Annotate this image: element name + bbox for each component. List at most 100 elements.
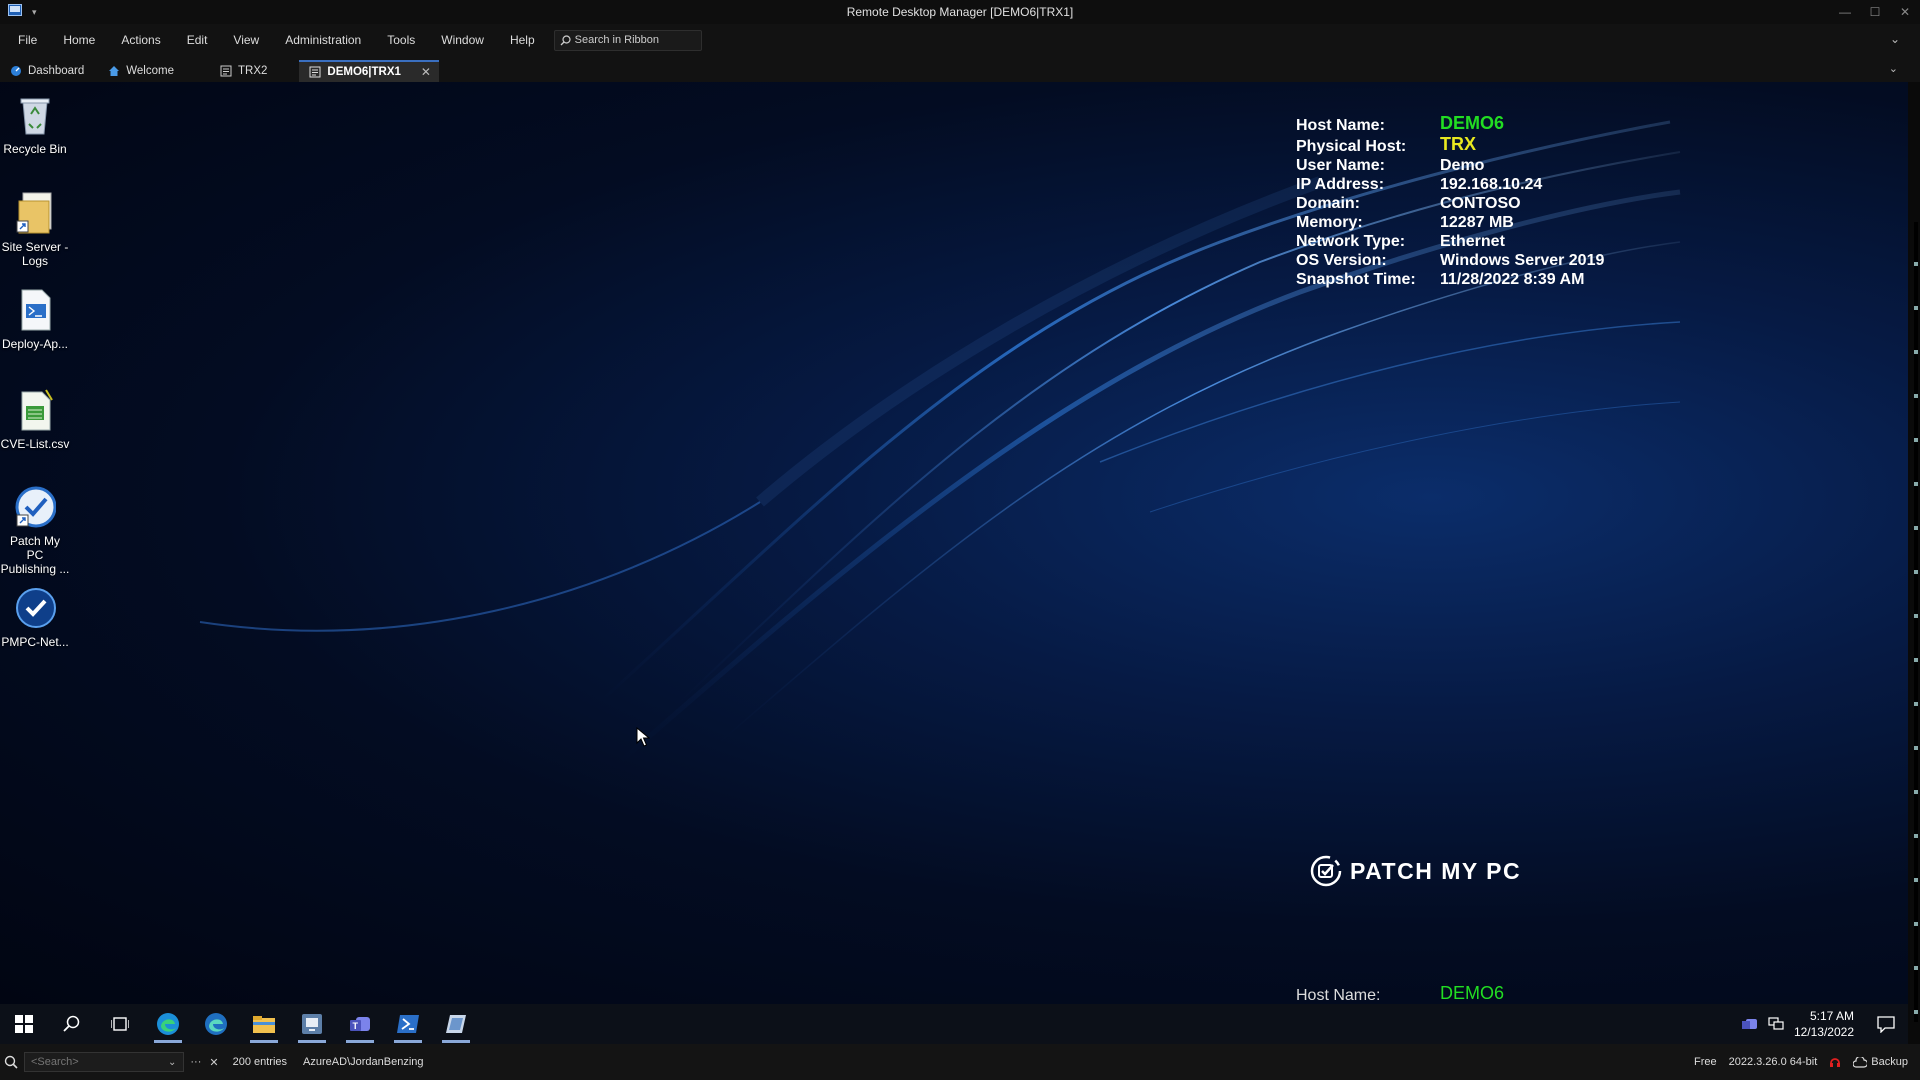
- bginfo-panel-duplicate: Host Name: DEMO6: [1296, 984, 1504, 1005]
- clear-search-icon[interactable]: ✕: [209, 1056, 218, 1069]
- patch-my-pc-wallpaper-logo: PATCH MY PC: [1310, 855, 1521, 887]
- session-side-strip: [1908, 82, 1920, 1054]
- taskbar-file-explorer[interactable]: [240, 1004, 288, 1044]
- bginfo-label-snapshot: Snapshot Time:: [1296, 271, 1416, 288]
- desktop-icon-cve-list[interactable]: CVE-List.csv: [0, 387, 70, 451]
- bginfo-label-host: Host Name:: [1296, 117, 1385, 134]
- backup-button[interactable]: Backup: [1853, 1056, 1908, 1068]
- tab-dashboard[interactable]: Dashboard: [0, 60, 98, 82]
- taskbar-edge[interactable]: [144, 1004, 192, 1044]
- menu-view[interactable]: View: [220, 33, 272, 47]
- bginfo-label-user: User Name:: [1296, 157, 1385, 174]
- search-icon[interactable]: [4, 1055, 18, 1069]
- ribbon-search-label: Search in Ribbon: [574, 34, 660, 46]
- tab-label: TRX2: [237, 65, 268, 77]
- wallpaper-logo-text: PATCH MY PC: [1350, 857, 1522, 884]
- menu-actions[interactable]: Actions: [108, 33, 173, 47]
- menu-bar: File Home Actions Edit View Administrati…: [0, 24, 1920, 56]
- teams-tray-icon[interactable]: [1741, 1017, 1758, 1031]
- system-tray: 5:17 AM 12/13/2022: [1741, 1004, 1908, 1044]
- ribbon-search-box[interactable]: Search in Ribbon: [553, 29, 702, 51]
- bginfo-value-os: Windows Server 2019: [1440, 252, 1605, 269]
- rdm-icon: [446, 1015, 466, 1033]
- task-view-icon: [111, 1017, 129, 1031]
- desktop-icon-patch-my-pc-publishing[interactable]: Patch My PC Publishing ...: [0, 484, 70, 576]
- menu-file[interactable]: File: [0, 33, 50, 47]
- session-icon: [309, 66, 321, 78]
- maximize-icon[interactable]: ☐: [1860, 0, 1890, 24]
- pmpc-shield-icon: [14, 585, 56, 631]
- patch-my-pc-publisher-icon: [14, 484, 56, 530]
- taskbar-powershell[interactable]: [384, 1004, 432, 1044]
- cloud-backup-icon: [1853, 1056, 1868, 1068]
- desktop-icon-recycle-bin[interactable]: Recycle Bin: [0, 92, 70, 156]
- bginfo-value-network: Ethernet: [1440, 233, 1505, 250]
- desktop-icon-label: PMPC-Net...: [1, 635, 69, 649]
- taskbar-task-view[interactable]: [96, 1004, 144, 1044]
- menu-help[interactable]: Help: [497, 33, 548, 47]
- bginfo-label-network: Network Type:: [1296, 233, 1406, 250]
- current-user: AzureAD\JordanBenzing: [303, 1056, 424, 1068]
- navigation-search: ⌄ ··· ✕: [4, 1052, 219, 1072]
- close-icon[interactable]: ✕: [1890, 0, 1920, 24]
- menu-window[interactable]: Window: [428, 33, 497, 47]
- start-icon: [15, 1015, 33, 1033]
- recycle-bin-icon: [14, 92, 56, 138]
- tab-demo6-trx1[interactable]: DEMO6|TRX1 ✕: [299, 60, 439, 82]
- tab-label: Dashboard: [28, 65, 85, 77]
- chevron-down-icon[interactable]: ⌄: [1890, 32, 1900, 46]
- tab-welcome[interactable]: Welcome: [98, 60, 188, 82]
- taskbar-configmgr-console[interactable]: [288, 1004, 336, 1044]
- status-bar: ⌄ ··· ✕ 200 entries AzureAD\JordanBenzin…: [0, 1044, 1920, 1080]
- bginfo-value-snapshot: 11/28/2022 8:39 AM: [1440, 271, 1585, 288]
- search-options-icon[interactable]: ···: [190, 1056, 201, 1068]
- document-tab-bar: Dashboard Welcome TRX2 DEMO6|TRX1 ✕ ⌄: [0, 56, 1920, 82]
- menu-edit[interactable]: Edit: [174, 33, 221, 47]
- tab-label: DEMO6|TRX1: [327, 66, 401, 78]
- network-icon[interactable]: [1768, 1017, 1784, 1031]
- taskbar-teams[interactable]: T: [336, 1004, 384, 1044]
- bginfo-value-ip: 192.168.10.24: [1440, 176, 1543, 193]
- taskbar-clock[interactable]: 5:17 AM 12/13/2022: [1794, 1008, 1854, 1040]
- mouse-cursor-icon: [636, 727, 650, 747]
- bginfo-label-memory: Memory:: [1296, 214, 1363, 231]
- clock-time: 5:17 AM: [1809, 1009, 1854, 1023]
- bginfo-panel: Host Name: DEMO6 Physical Host: TRX User N…: [1296, 112, 1604, 289]
- taskbar-edge-beta[interactable]: [192, 1004, 240, 1044]
- navigation-search-input[interactable]: [24, 1052, 184, 1072]
- configmgr-console-icon: [302, 1014, 322, 1034]
- menu-tools[interactable]: Tools: [374, 33, 428, 47]
- remote-desktop-view[interactable]: Recycle Bin Site Server - Logs Deploy-Ap…: [0, 82, 1908, 1004]
- desktop-icon-site-server-logs[interactable]: Site Server - Logs: [0, 190, 70, 268]
- menu-administration[interactable]: Administration: [272, 33, 374, 47]
- support-headset-icon[interactable]: [1829, 1056, 1841, 1068]
- version-label: 2022.3.26.0 64-bit: [1728, 1056, 1818, 1068]
- bginfo-value-host: DEMO6: [1440, 113, 1505, 133]
- desktop-icon-deploy-app[interactable]: Deploy-Ap...: [0, 287, 70, 351]
- tab-list-chevron-icon[interactable]: ⌄: [1889, 62, 1898, 75]
- taskbar-start[interactable]: [0, 1004, 48, 1044]
- tab-close-icon[interactable]: ✕: [421, 65, 431, 79]
- app-icon[interactable]: [8, 3, 22, 21]
- powershell-script-icon: [14, 287, 56, 333]
- menu-home[interactable]: Home: [50, 33, 108, 47]
- search-icon: [560, 34, 571, 45]
- minimize-icon[interactable]: —: [1830, 0, 1860, 24]
- wallpaper-swoosh: [199, 120, 1681, 764]
- search-dropdown-chevron-icon[interactable]: ⌄: [168, 1057, 176, 1068]
- dashboard-icon: [11, 66, 21, 76]
- taskbar-rdm[interactable]: [432, 1004, 480, 1044]
- bginfo-value-domain: CONTOSO: [1440, 195, 1521, 212]
- powershell-icon: [397, 1015, 419, 1033]
- patch-my-pc-logo-icon: [1310, 855, 1342, 887]
- tab-trx2[interactable]: TRX2: [188, 60, 281, 82]
- bginfo-value-memory: 12287 MB: [1440, 214, 1514, 231]
- search-icon: [63, 1015, 80, 1032]
- taskbar-search[interactable]: [48, 1004, 96, 1044]
- window-title: Remote Desktop Manager [DEMO6|TRX1]: [846, 5, 1074, 19]
- title-bar: ▾ Remote Desktop Manager [DEMO6|TRX1] — …: [0, 0, 1920, 24]
- notifications-icon[interactable]: [1876, 1015, 1896, 1033]
- bginfo-label-ip: IP Address:: [1296, 176, 1385, 193]
- quick-access-chevron-icon[interactable]: ▾: [32, 7, 37, 18]
- desktop-icon-pmpc-net[interactable]: PMPC-Net...: [0, 585, 70, 649]
